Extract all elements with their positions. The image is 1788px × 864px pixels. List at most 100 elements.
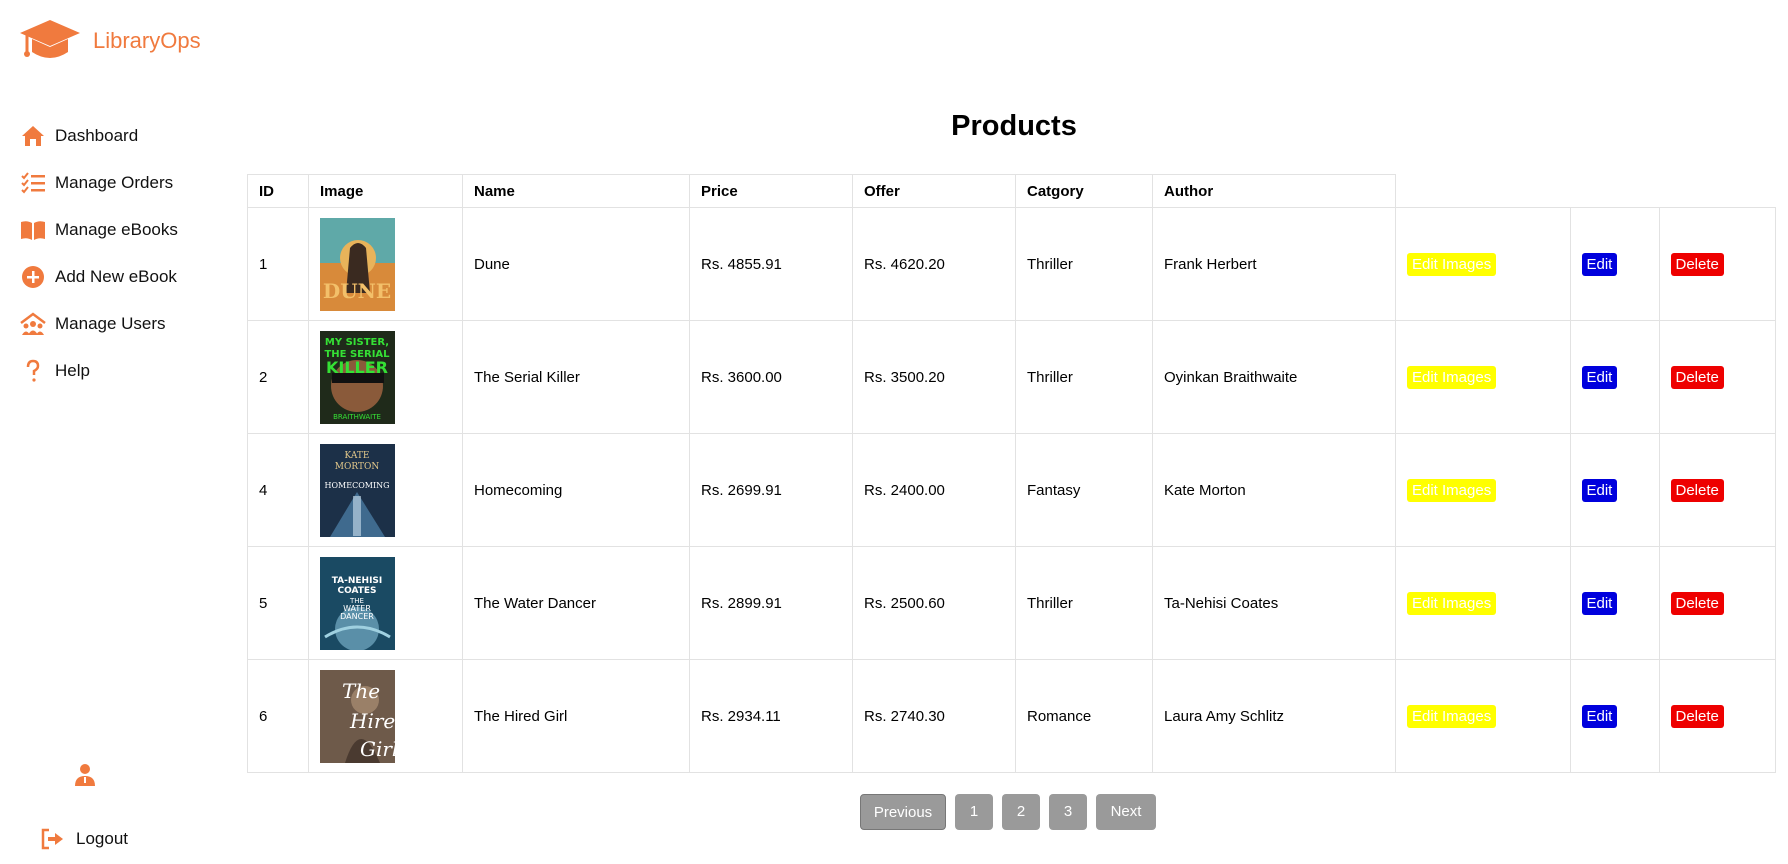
delete-button[interactable]: Delete xyxy=(1670,591,1724,615)
svg-text:Girl: Girl xyxy=(360,737,395,761)
column-header-id: ID xyxy=(247,174,309,208)
cell-id: 6 xyxy=(247,659,309,773)
book-cover-image: KATE MORTON HOMECOMING xyxy=(320,443,395,537)
cell-image: KATE MORTON HOMECOMING xyxy=(308,433,463,547)
svg-text:MY SISTER,: MY SISTER, xyxy=(325,337,389,348)
sidebar-item-label: Manage eBooks xyxy=(55,219,178,239)
sidebar-item-dashboard[interactable]: Dashboard xyxy=(20,112,178,159)
cell-price: Rs. 2699.91 xyxy=(689,433,853,547)
sidebar-item-manage-orders[interactable]: Manage Orders xyxy=(20,159,178,206)
table-row: 5 TA-NEHISI COATES THE WATER DANCER The … xyxy=(247,546,1776,660)
edit-button[interactable]: Edit xyxy=(1581,591,1618,615)
user-profile-icon[interactable] xyxy=(72,762,98,788)
edit-images-button[interactable]: Edit Images xyxy=(1407,365,1497,389)
cell-edit: Edit xyxy=(1569,320,1660,434)
cell-delete: Delete xyxy=(1658,320,1776,434)
logout-label: Logout xyxy=(76,829,128,848)
delete-button[interactable]: Delete xyxy=(1670,704,1724,728)
edit-button[interactable]: Edit xyxy=(1581,252,1618,276)
products-table: ID Image Name Price Offer Catgory Author… xyxy=(247,174,1776,773)
question-icon xyxy=(20,358,46,384)
logout-button[interactable]: Logout xyxy=(40,828,128,850)
table-row: 4 KATE MORTON HOMECOMING Homecoming Rs. … xyxy=(247,433,1776,547)
svg-text:KILLER: KILLER xyxy=(326,358,388,377)
edit-button[interactable]: Edit xyxy=(1581,365,1618,389)
sidebar: LibraryOps Dashboard Manage Orders Manag… xyxy=(0,0,240,864)
table-row: 1 DUNE Dune Rs. 4855.91 Rs. 4620.20 Thri… xyxy=(247,207,1776,321)
svg-text:KATE: KATE xyxy=(345,451,370,461)
sidebar-item-label: Manage Users xyxy=(55,313,166,333)
cell-name: The Serial Killer xyxy=(462,320,690,434)
svg-text:HOMECOMING: HOMECOMING xyxy=(325,481,390,490)
cell-name: The Hired Girl xyxy=(462,659,690,773)
svg-text:BRAITHWAITE: BRAITHWAITE xyxy=(333,413,381,421)
cell-image: DUNE xyxy=(308,207,463,321)
cell-delete: Delete xyxy=(1658,433,1776,547)
cell-edit-images: Edit Images xyxy=(1395,659,1571,773)
cell-image: The Hired Girl xyxy=(308,659,463,773)
edit-images-button[interactable]: Edit Images xyxy=(1407,591,1497,615)
pagination: Previous 1 2 3 Next xyxy=(860,794,1165,830)
cell-edit-images: Edit Images xyxy=(1395,433,1571,547)
brand-name: LibraryOps xyxy=(93,28,201,53)
svg-text:MORTON: MORTON xyxy=(335,462,380,472)
edit-images-button[interactable]: Edit Images xyxy=(1407,478,1497,502)
sidebar-item-manage-users[interactable]: Manage Users xyxy=(20,300,178,347)
edit-button[interactable]: Edit xyxy=(1581,478,1618,502)
book-cover-image: The Hired Girl xyxy=(320,669,395,763)
page-1-button[interactable]: 1 xyxy=(955,794,993,830)
column-header-image: Image xyxy=(308,174,463,208)
book-cover-image: TA-NEHISI COATES THE WATER DANCER xyxy=(320,556,395,650)
page-3-button[interactable]: 3 xyxy=(1049,794,1087,830)
cell-edit: Edit xyxy=(1569,207,1660,321)
cell-price: Rs. 2934.11 xyxy=(689,659,853,773)
edit-images-button[interactable]: Edit Images xyxy=(1407,704,1497,728)
plus-circle-icon xyxy=(20,264,46,290)
cell-image: MY SISTER, THE SERIAL KILLER BRAITHWAITE xyxy=(308,320,463,434)
column-header-author: Author xyxy=(1152,174,1396,208)
cell-offer: Rs. 3500.20 xyxy=(852,320,1016,434)
page-2-button[interactable]: 2 xyxy=(1002,794,1040,830)
delete-button[interactable]: Delete xyxy=(1670,478,1724,502)
svg-text:The: The xyxy=(342,679,380,703)
column-header-blank xyxy=(1659,174,1775,208)
delete-button[interactable]: Delete xyxy=(1670,365,1724,389)
cell-author: Frank Herbert xyxy=(1152,207,1396,321)
svg-text:TA-NEHISI: TA-NEHISI xyxy=(332,576,383,586)
cell-name: The Water Dancer xyxy=(462,546,690,660)
cell-name: Homecoming xyxy=(462,433,690,547)
edit-button[interactable]: Edit xyxy=(1581,704,1618,728)
sidebar-item-add-new-ebook[interactable]: Add New eBook xyxy=(20,253,178,300)
cell-offer: Rs. 2400.00 xyxy=(852,433,1016,547)
cell-edit-images: Edit Images xyxy=(1395,207,1571,321)
sidebar-item-help[interactable]: Help xyxy=(20,347,178,394)
cell-category: Thriller xyxy=(1015,320,1153,434)
brand[interactable]: LibraryOps xyxy=(19,18,201,64)
cell-author: Laura Amy Schlitz xyxy=(1152,659,1396,773)
previous-page-button[interactable]: Previous xyxy=(860,794,946,830)
sidebar-item-label: Manage Orders xyxy=(55,172,174,192)
cell-id: 2 xyxy=(247,320,309,434)
svg-text:DUNE: DUNE xyxy=(323,279,391,303)
edit-images-button[interactable]: Edit Images xyxy=(1407,252,1497,276)
book-cover-image: MY SISTER, THE SERIAL KILLER BRAITHWAITE xyxy=(320,330,395,424)
column-header-blank xyxy=(1570,174,1659,208)
cell-category: Romance xyxy=(1015,659,1153,773)
cell-edit-images: Edit Images xyxy=(1395,320,1571,434)
sidebar-item-label: Help xyxy=(55,360,90,380)
cell-edit: Edit xyxy=(1569,659,1660,773)
cell-offer: Rs. 4620.20 xyxy=(852,207,1016,321)
sidebar-item-label: Dashboard xyxy=(55,125,139,145)
open-book-icon xyxy=(20,217,46,243)
sidebar-item-manage-ebooks[interactable]: Manage eBooks xyxy=(20,206,178,253)
delete-button[interactable]: Delete xyxy=(1670,252,1724,276)
checklist-icon xyxy=(20,170,46,196)
cell-category: Thriller xyxy=(1015,207,1153,321)
svg-text:DANCER: DANCER xyxy=(340,612,374,621)
cell-offer: Rs. 2740.30 xyxy=(852,659,1016,773)
column-header-blank xyxy=(1395,174,1570,208)
cell-delete: Delete xyxy=(1658,546,1776,660)
cell-price: Rs. 2899.91 xyxy=(689,546,853,660)
cell-id: 4 xyxy=(247,433,309,547)
next-page-button[interactable]: Next xyxy=(1096,794,1156,830)
